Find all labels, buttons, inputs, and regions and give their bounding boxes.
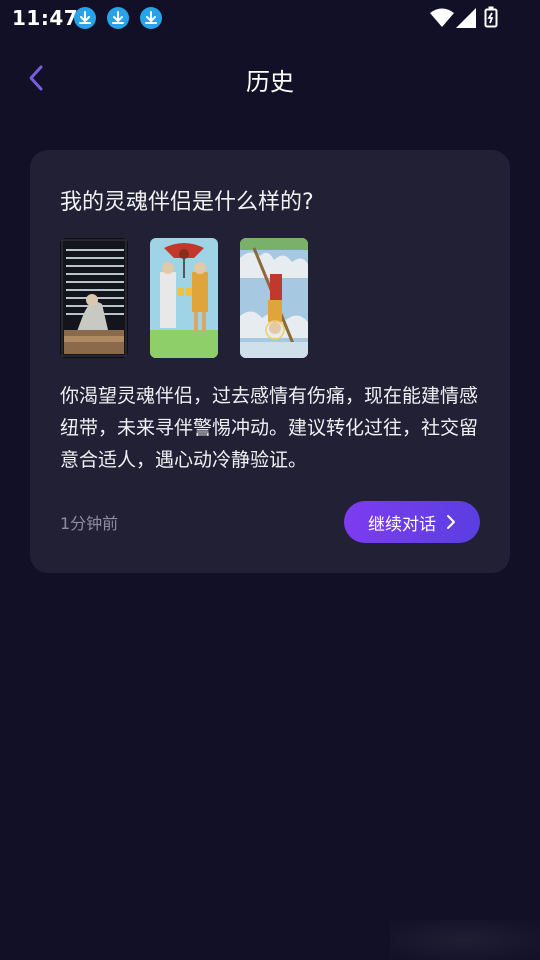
download-icon <box>140 7 162 29</box>
header: 历史 <box>0 52 540 104</box>
signal-icon <box>456 8 476 32</box>
continue-chat-label: 继续对话 <box>368 514 436 535</box>
chevron-right-icon <box>447 515 455 529</box>
page-title: 历史 <box>246 68 294 96</box>
tarot-card-row <box>60 238 308 358</box>
tarot-card-two-of-cups <box>150 238 218 358</box>
timestamp: 1分钟前 <box>60 514 119 533</box>
status-bar: 11:47 <box>0 0 540 36</box>
download-icon <box>107 7 129 29</box>
wifi-icon <box>430 8 454 32</box>
download-icon <box>74 7 96 29</box>
tarot-card-hanged-man <box>240 238 308 358</box>
tarot-card-nine-of-swords <box>60 238 128 358</box>
history-card[interactable]: 我的灵魂伴侣是什么样的? 你渴望灵魂伴侣，过去感情有伤痛，现在能建情感纽带，未来… <box>30 150 510 573</box>
decorative-glow <box>390 920 540 960</box>
interpretation-text: 你渴望灵魂伴侣，过去感情有伤痛，现在能建情感纽带，未来寻伴警惕冲动。建议转化过往… <box>60 385 479 471</box>
continue-chat-button[interactable]: 继续对话 <box>344 501 480 543</box>
status-time: 11:47 <box>12 6 79 30</box>
battery-icon <box>484 6 498 32</box>
question-text: 我的灵魂伴侣是什么样的? <box>60 190 314 215</box>
